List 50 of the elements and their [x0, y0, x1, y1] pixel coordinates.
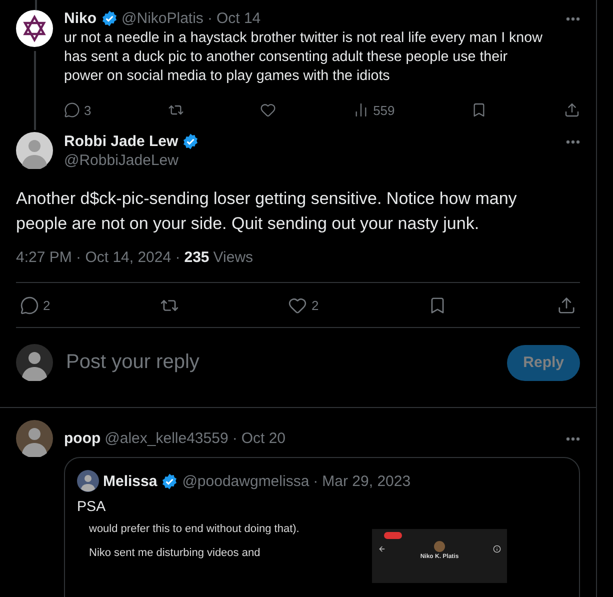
back-arrow-icon: [378, 545, 386, 553]
author-handle[interactable]: @alex_kelle43559: [104, 430, 228, 447]
separator-dot: ·: [313, 472, 318, 490]
avatar[interactable]: [16, 344, 53, 381]
more-icon: [566, 140, 580, 144]
views-count: 235: [184, 249, 210, 266]
tweet-timestamp[interactable]: 4:27 PM · Oct 14, 2024 ·: [16, 249, 180, 266]
tweet-text: Another d$ck-pic-sending loser getting sensitive. Notice how many people are not on your side. Quit sending out your nasty junk.: [16, 188, 518, 235]
tweet-date[interactable]: Oct 20: [241, 430, 286, 447]
reply-button[interactable]: 2: [20, 296, 50, 315]
author-handle[interactable]: @NikoPlatis: [122, 10, 204, 27]
more-button[interactable]: [566, 436, 580, 440]
author-handle[interactable]: @RobbiJadeLew: [64, 152, 178, 169]
heart-icon: [260, 102, 276, 118]
avatar: [77, 470, 99, 492]
more-button[interactable]: [566, 16, 580, 20]
reply-icon: [64, 102, 80, 118]
separator-dot: ·: [232, 430, 238, 447]
share-button[interactable]: [556, 296, 576, 315]
reply-button[interactable]: 3: [64, 102, 92, 118]
avatar[interactable]: [16, 420, 53, 457]
more-icon: [566, 16, 580, 20]
heart-icon: [288, 296, 308, 315]
tweet-date[interactable]: Oct 14: [216, 10, 261, 27]
views-label: Views: [213, 249, 254, 266]
tweet-text: PSA: [77, 498, 107, 517]
avatar[interactable]: [16, 10, 53, 47]
tweet-date[interactable]: Mar 29, 2023: [322, 472, 411, 490]
author-name[interactable]: Robbi Jade Lew: [64, 133, 178, 150]
author-handle[interactable]: @poodawgmelissa: [182, 472, 310, 490]
reply-icon: [20, 296, 39, 315]
document-text: Niko sent me disturbing videos and: [89, 547, 262, 559]
separator-dot: ·: [207, 10, 212, 27]
author-name[interactable]: poop: [64, 430, 101, 447]
author-name[interactable]: Melissa: [103, 472, 158, 490]
views-button[interactable]: 559: [353, 102, 395, 118]
more-button[interactable]: [566, 140, 580, 144]
tweet-text: ur not a needle in a haystack brother twitter is not real life every man I know has sent a duck pic to another consenting adult these people use their power on social media to play games with the idiots: [64, 29, 544, 86]
author-name[interactable]: Niko: [64, 10, 97, 27]
more-icon: [566, 436, 580, 440]
like-button[interactable]: [260, 102, 276, 118]
share-icon: [556, 296, 576, 315]
share-icon: [564, 102, 580, 118]
status-pill-icon: [384, 532, 402, 539]
avatar[interactable]: [16, 132, 53, 169]
info-icon: [493, 545, 501, 553]
share-button[interactable]: [564, 102, 580, 118]
like-button[interactable]: 2: [288, 296, 319, 315]
document-text: would prefer this to end without doing that).: [89, 523, 300, 535]
avatar: [434, 541, 445, 552]
